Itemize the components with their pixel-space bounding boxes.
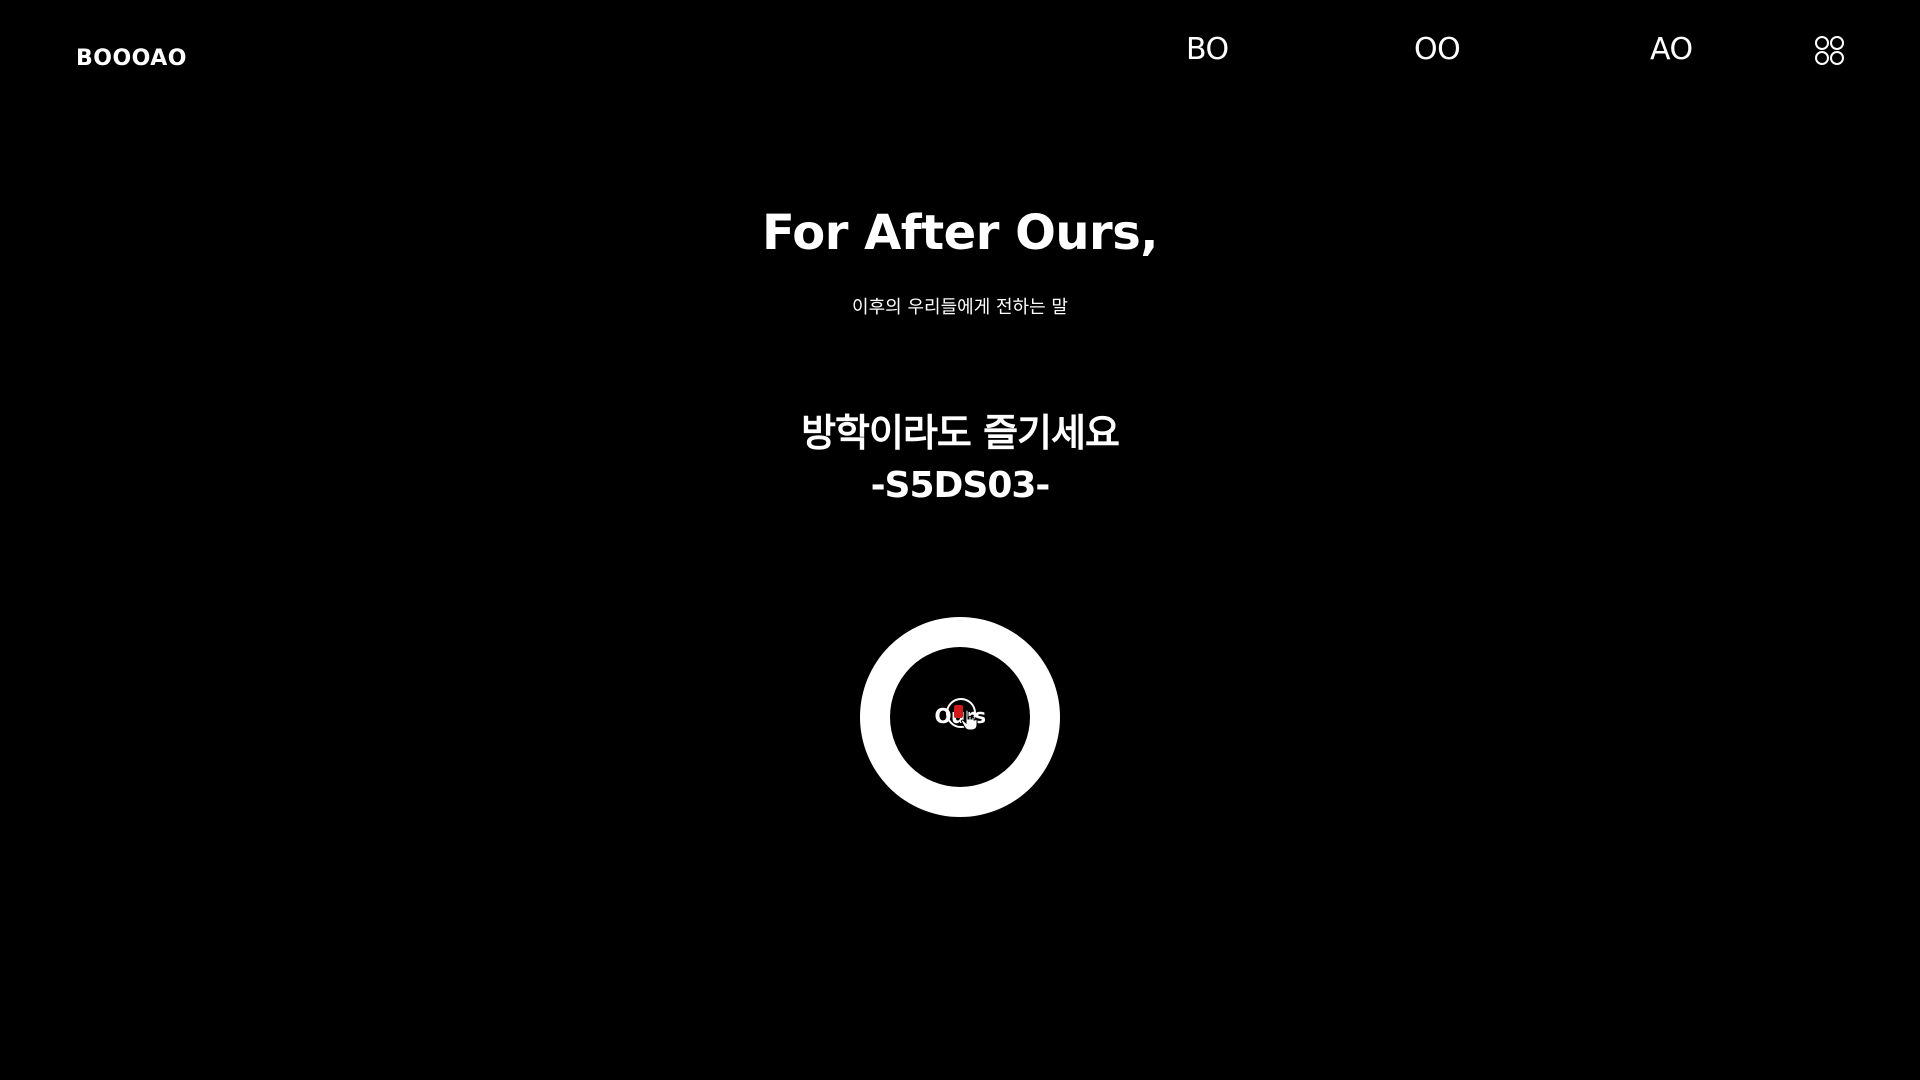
hand-pointer-icon (960, 709, 978, 731)
ours-ring-button[interactable]: Ours (860, 617, 1060, 817)
signature-text: -S5DS03- (870, 465, 1051, 506)
page: BOOOAO BO OO AO For After Ours, 이후의 우리들에… (0, 0, 1920, 1080)
menu-button[interactable] (1815, 36, 1845, 66)
ring-inner: Ours (890, 647, 1030, 787)
nav-item-ao[interactable]: AO (1650, 32, 1693, 67)
page-subtitle: 이후의 우리들에게 전하는 말 (852, 297, 1068, 318)
message-text: 방학이라도 즐기세요 (801, 411, 1120, 455)
nav-item-oo[interactable]: OO (1414, 32, 1461, 67)
page-title: For After Ours, (761, 205, 1159, 261)
nav-item-bo[interactable]: BO (1186, 32, 1229, 67)
site-logo[interactable]: BOOOAO (76, 46, 187, 71)
